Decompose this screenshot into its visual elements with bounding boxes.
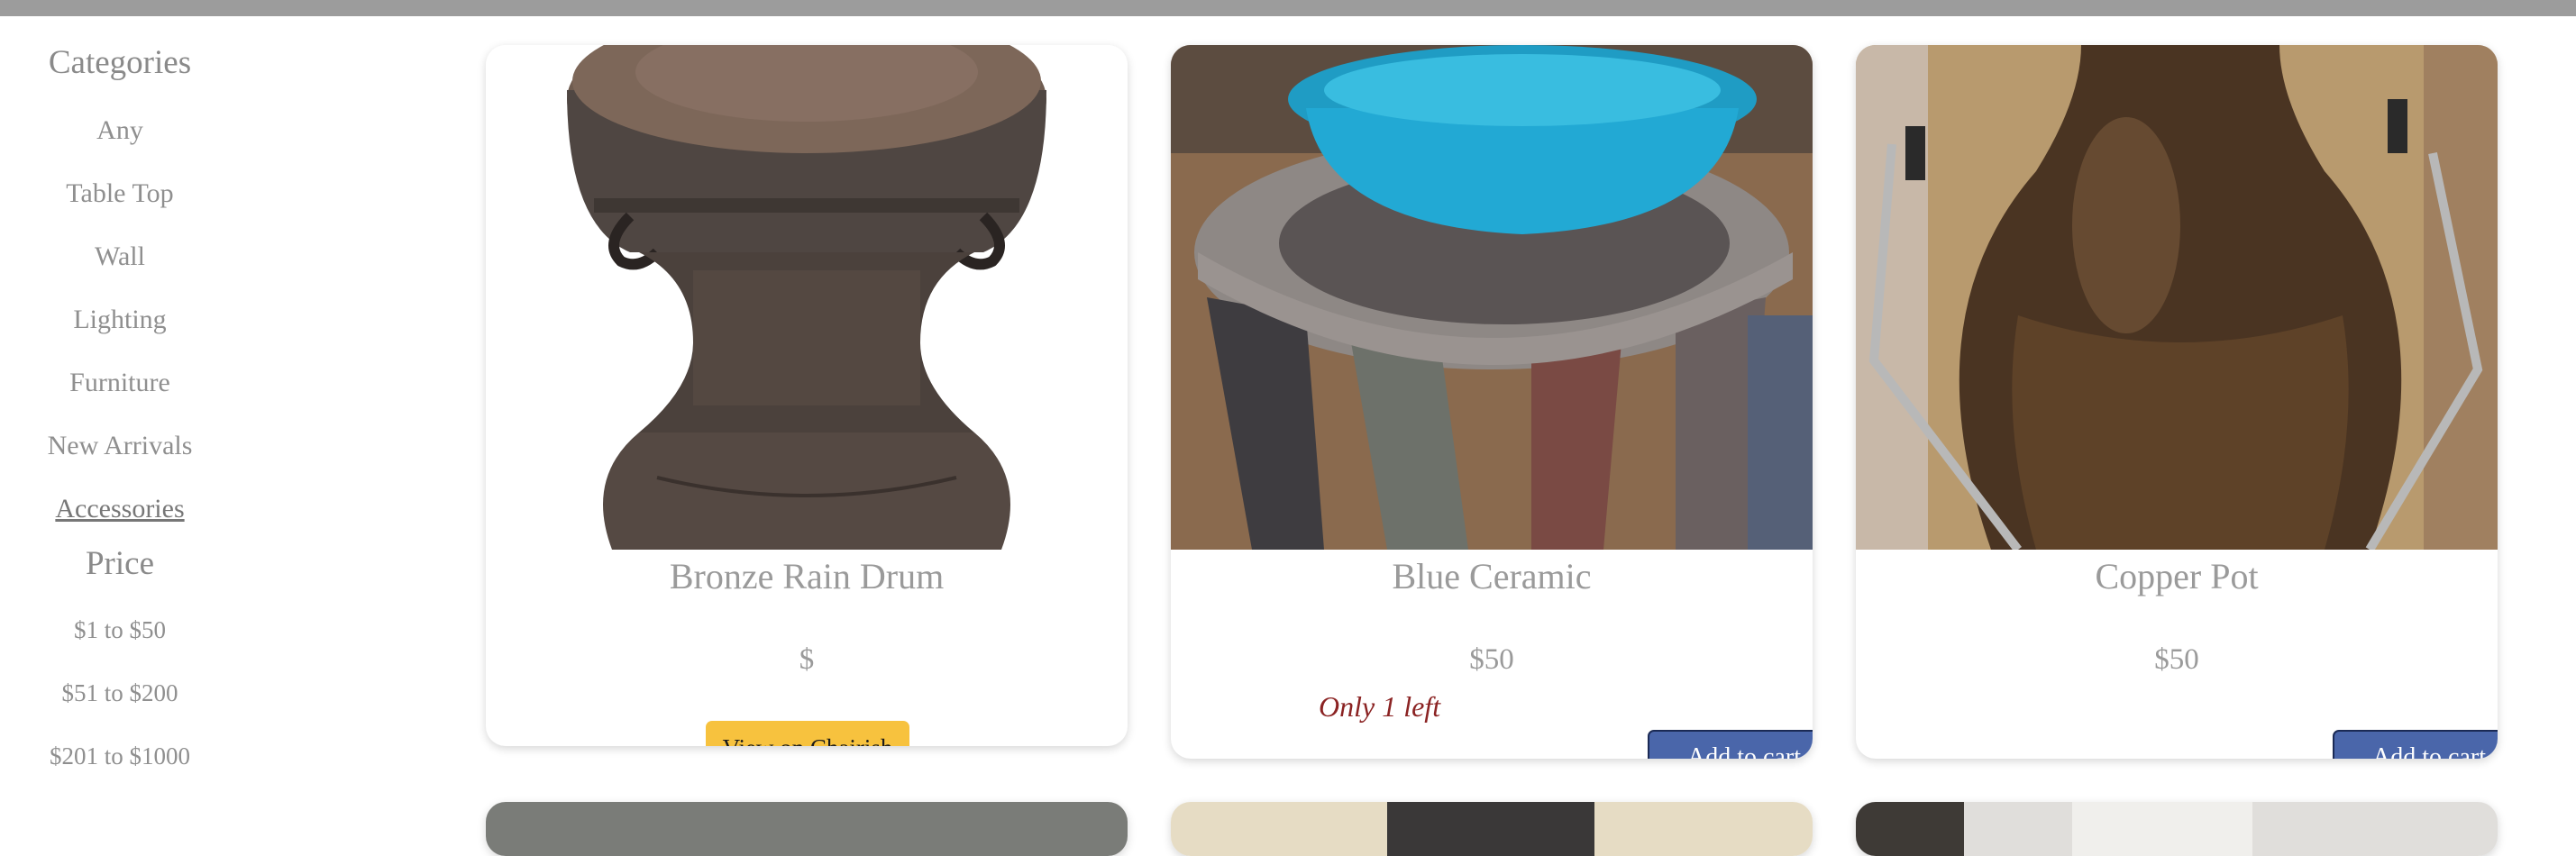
product-image[interactable]	[486, 45, 1128, 550]
product-image[interactable]	[1171, 45, 1813, 550]
add-to-cart-button[interactable]: Add to cart	[2333, 730, 2498, 759]
top-bar	[0, 0, 2576, 16]
product-title[interactable]: Blue Ceramic	[1171, 555, 1813, 597]
product-price: $	[799, 643, 815, 676]
product-image[interactable]	[486, 802, 1128, 856]
category-new-arrivals[interactable]: New Arrivals	[0, 431, 240, 461]
product-card	[1856, 802, 2498, 856]
product-card	[486, 802, 1128, 856]
product-card: Copper Pot $50 Add to cart	[1856, 45, 2498, 759]
price-201-to-1000[interactable]: $201 to $1000	[0, 742, 240, 770]
category-table-top[interactable]: Table Top	[0, 178, 240, 209]
categories-heading: Categories	[48, 44, 192, 81]
product-card: Bronze Rain Drum $ View on Chairish	[486, 45, 1128, 746]
product-title[interactable]: Bronze Rain Drum	[486, 555, 1128, 597]
product-image[interactable]	[1171, 802, 1813, 856]
product-price: $50	[2154, 643, 2199, 676]
category-any[interactable]: Any	[0, 115, 240, 146]
filter-sidebar: Categories Any Table Top Wall Lighting F…	[0, 16, 240, 829]
price-1-to-50[interactable]: $1 to $50	[0, 616, 240, 644]
price-heading: Price	[85, 545, 155, 582]
category-lighting[interactable]: Lighting	[0, 305, 240, 335]
product-card: Blue Ceramic $50 Only 1 left Add to cart	[1171, 45, 1813, 759]
view-on-chairish-button[interactable]: View on Chairish	[706, 721, 909, 746]
product-card	[1171, 802, 1813, 856]
product-image[interactable]	[1856, 802, 2498, 856]
stock-note: Only 1 left	[1319, 690, 1441, 723]
product-price: $50	[1469, 643, 1514, 676]
price-51-to-200[interactable]: $51 to $200	[0, 679, 240, 707]
category-wall[interactable]: Wall	[0, 241, 240, 272]
add-to-cart-button[interactable]: Add to cart	[1648, 730, 1813, 759]
category-furniture[interactable]: Furniture	[0, 368, 240, 398]
product-title[interactable]: Copper Pot	[1856, 555, 2498, 597]
product-image[interactable]	[1856, 45, 2498, 550]
category-accessories[interactable]: Accessories	[0, 494, 240, 524]
